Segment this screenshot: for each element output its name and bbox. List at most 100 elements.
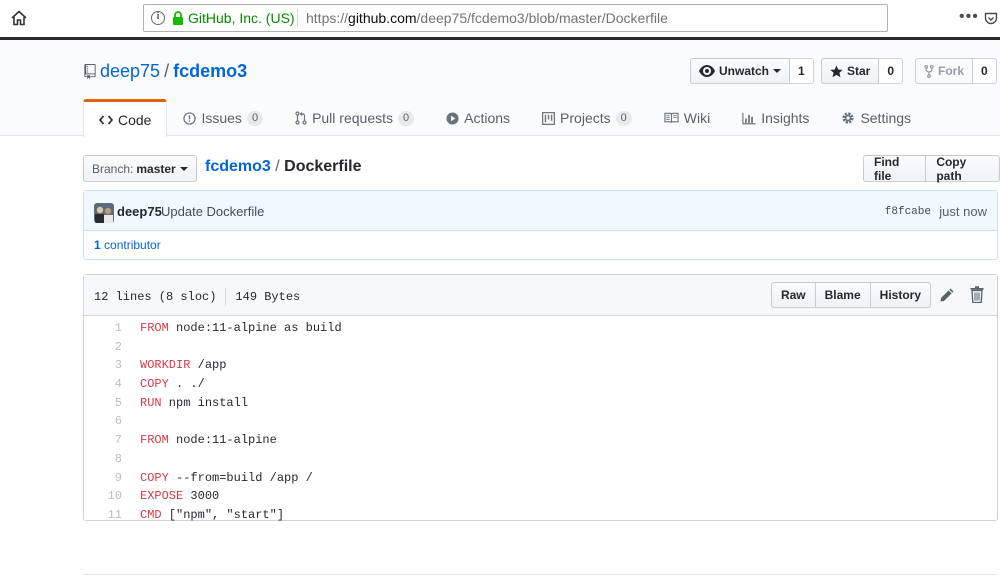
line-number[interactable]: 6 — [84, 412, 122, 431]
site-identity[interactable]: GitHub, Inc. (US) — [188, 10, 295, 26]
url-path: /deep75/fcdemo3/blob/master/Dockerfile — [416, 10, 668, 26]
url-text[interactable]: https://github.com/deep75/fcdemo3/blob/m… — [306, 10, 668, 26]
breadcrumb-repo-link[interactable]: fcdemo3 — [205, 158, 271, 175]
code-text: ["npm", "start"] — [161, 507, 285, 522]
code-text: node:11-alpine — [168, 433, 277, 448]
raw-button[interactable]: Raw — [770, 282, 816, 308]
branch-name: master — [136, 161, 176, 176]
chevron-down-icon — [773, 69, 782, 73]
tab-code[interactable]: Code — [83, 99, 168, 137]
code-text: npm install — [161, 395, 249, 410]
line-number[interactable]: 1 — [84, 319, 122, 338]
code-keyword: FROM — [140, 433, 169, 448]
footer-divider — [83, 574, 998, 575]
graph-icon — [742, 112, 756, 124]
avatar[interactable] — [94, 203, 114, 223]
unwatch-button[interactable]: Unwatch — [690, 58, 791, 84]
repo-header: deep75/fcdemo3 Unwatch 1 Star 0 Fork 0 C… — [0, 40, 1000, 137]
tab-projects[interactable]: Projects 0 — [526, 99, 648, 136]
fork-button[interactable]: Fork — [915, 58, 974, 84]
file-nav-buttons: Find file Copy path — [863, 155, 1000, 183]
line-number[interactable]: 9 — [84, 469, 122, 488]
code-keyword: CMD — [140, 507, 162, 522]
code-keyword: COPY — [140, 377, 169, 392]
commit-sha-link[interactable]: f8fcabe — [885, 206, 931, 218]
tab-issues[interactable]: Issues 0 — [167, 99, 279, 136]
tab-pull-requests[interactable]: Pull requests 0 — [279, 99, 430, 136]
tab-insights[interactable]: Insights — [726, 99, 825, 136]
repo-name-link[interactable]: fcdemo3 — [173, 61, 247, 81]
tab-actions-label: Actions — [464, 110, 511, 126]
code-listing[interactable]: 1 FROM node:11-alpine as build 2 3 WORKDIR /… — [84, 316, 997, 525]
line-number[interactable]: 2 — [84, 338, 122, 357]
code-line: 7 FROM node:11-alpine — [84, 431, 997, 450]
line-content: CMD ["npm", "start"] — [140, 506, 284, 525]
repo-title-separator: / — [164, 61, 170, 81]
line-number[interactable]: 8 — [84, 450, 122, 469]
tab-wiki[interactable]: Wiki — [648, 99, 726, 136]
code-line: 8 — [84, 450, 997, 469]
trash-icon[interactable] — [970, 286, 984, 303]
info-icon[interactable]: i — [151, 11, 165, 25]
code-text: /app — [190, 358, 227, 373]
avatar-image — [94, 203, 114, 223]
blame-button[interactable]: Blame — [815, 282, 871, 308]
pull-requests-counter: 0 — [398, 110, 415, 126]
line-content: EXPOSE 3000 — [140, 487, 219, 506]
contributors-count: 1 — [94, 238, 101, 252]
line-content: RUN npm install — [140, 394, 248, 413]
lock-icon[interactable] — [172, 11, 184, 26]
watch-action: Unwatch 1 — [690, 58, 814, 84]
commit-author-link[interactable]: deep75 — [117, 204, 162, 219]
tab-wiki-label: Wiki — [683, 110, 711, 126]
tab-actions[interactable]: Actions — [430, 99, 526, 136]
gear-icon — [842, 112, 855, 124]
pocket-icon[interactable] — [984, 12, 998, 26]
line-number[interactable]: 7 — [84, 431, 122, 450]
star-button[interactable]: Star — [821, 58, 880, 84]
url-host: github.com — [348, 10, 417, 26]
branch-prefix: Branch: — [92, 161, 134, 176]
file-size: 149 Bytes — [235, 290, 301, 305]
star-icon — [830, 64, 843, 77]
line-number[interactable]: 10 — [84, 487, 122, 506]
file-header: 12 lines (8 sloc) 149 Bytes Raw Blame His… — [84, 275, 997, 316]
fork-label: Fork — [938, 64, 965, 78]
find-file-button[interactable]: Find file — [863, 155, 927, 183]
tab-settings[interactable]: Settings — [825, 99, 927, 136]
line-number[interactable]: 11 — [84, 506, 122, 525]
line-number[interactable]: 3 — [84, 356, 122, 375]
repo-icon — [84, 64, 96, 79]
pencil-icon[interactable] — [939, 287, 955, 303]
page-actions-menu-icon[interactable]: ••• — [959, 8, 979, 26]
code-line: 10 EXPOSE 3000 — [84, 487, 997, 506]
book-icon — [664, 112, 679, 123]
branch-select-button[interactable]: Branch: master — [83, 155, 197, 182]
code-line: 3 WORKDIR /app — [84, 356, 997, 375]
tab-pull-requests-label: Pull requests — [312, 110, 393, 126]
url-prefix: https:// — [306, 10, 349, 26]
copy-path-button[interactable]: Copy path — [926, 155, 1000, 183]
line-content: FROM node:11-alpine as build — [140, 319, 342, 338]
stargazers-count[interactable]: 0 — [879, 58, 904, 84]
history-button[interactable]: History — [870, 282, 931, 308]
home-icon[interactable] — [10, 9, 28, 27]
line-number[interactable]: 4 — [84, 375, 122, 394]
repo-owner-link[interactable]: deep75 — [100, 61, 160, 81]
code-line: 9 COPY --from=build /app / — [84, 469, 997, 488]
line-number[interactable]: 5 — [84, 394, 122, 413]
issue-icon — [183, 111, 197, 125]
address-bar[interactable]: i GitHub, Inc. (US) https://github.com/d… — [143, 4, 998, 32]
contributors-link[interactable]: 1 contributor — [84, 231, 997, 260]
star-action: Star 0 — [821, 58, 904, 84]
code-keyword: RUN — [140, 395, 162, 410]
forks-count[interactable]: 0 — [973, 58, 997, 84]
code-text: . ./ — [168, 377, 205, 392]
repo-title: deep75/fcdemo3 — [100, 61, 247, 82]
commit-message-link[interactable]: Update Dockerfile — [161, 204, 264, 219]
commit-time: just now — [939, 204, 987, 219]
watchers-count[interactable]: 1 — [790, 58, 814, 84]
breadcrumb: fcdemo3 / Dockerfile — [205, 158, 362, 176]
issues-counter: 0 — [246, 110, 264, 126]
line-content: COPY --from=build /app / — [140, 469, 313, 488]
